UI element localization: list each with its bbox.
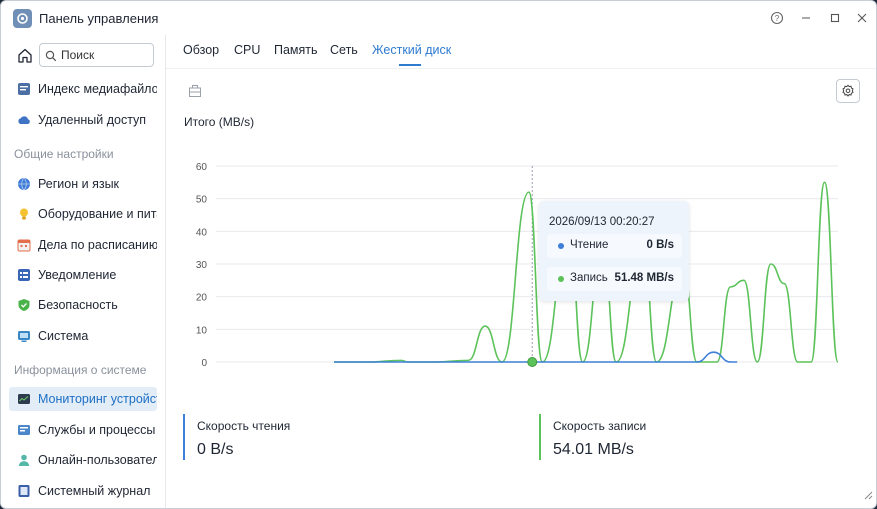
y-tick-label: 60: [196, 162, 208, 173]
window-title: Панель управления: [39, 11, 159, 26]
tooltip-read-label: Чтение: [570, 239, 609, 251]
control-panel-app-icon: [13, 9, 32, 28]
disk-icon[interactable]: [188, 84, 202, 103]
read-speed-value: 0 B/s: [197, 441, 234, 458]
read-speed-label: Скорость чтения: [197, 419, 291, 433]
search-input[interactable]: [61, 47, 149, 63]
y-tick-label: 40: [196, 227, 208, 238]
sidebar-item-region-language[interactable]: Регион и язык: [9, 172, 157, 196]
read-legend-dot: [558, 243, 564, 249]
tooltip-write-value: 51.48 MB/s: [614, 272, 674, 284]
home-icon[interactable]: [15, 46, 35, 66]
write-speed-stat: Скорость записи 54.01 MB/s: [539, 414, 646, 460]
y-tick-label: 0: [201, 358, 207, 369]
sidebar-item-label: Уведомление: [38, 268, 117, 282]
sidebar-item-label: Системный журнал: [38, 484, 151, 498]
tooltip-timestamp: 2026/09/13 00:20:27: [549, 216, 655, 228]
calendar-icon: [17, 239, 31, 252]
sidebar-item-label: Удаленный доступ: [38, 113, 147, 127]
close-button[interactable]: [853, 9, 871, 27]
minimize-button[interactable]: [797, 9, 815, 27]
section-header-general: Общие настройки: [14, 147, 114, 161]
sidebar-item-device-monitoring[interactable]: Мониторинг устройства: [9, 387, 157, 411]
sidebar-item-label: Система: [38, 329, 89, 343]
sidebar-item-hardware-power[interactable]: Оборудование и питание: [9, 202, 157, 226]
users-icon: [18, 454, 30, 466]
chart-tooltip: 2026/09/13 00:20:27 Чтение 0 B/s Запись …: [539, 201, 689, 301]
tooltip-write-label: Запись: [570, 272, 608, 284]
cloud-icon: [18, 116, 30, 124]
services-icon: [18, 425, 30, 435]
read-speed-stat: Скорость чтения 0 B/s: [183, 414, 290, 460]
log-icon: [18, 485, 30, 497]
system-icon: [18, 331, 30, 342]
resize-grip-icon[interactable]: [864, 487, 873, 505]
tab-cpu[interactable]: CPU: [234, 43, 260, 57]
sidebar-item-label: Оборудование и питание: [38, 207, 157, 221]
sidebar-item-system[interactable]: Система: [9, 324, 157, 348]
write-legend-dot: [558, 276, 564, 282]
y-tick-label: 30: [196, 260, 208, 271]
media-index-icon: [18, 83, 30, 95]
maximize-button[interactable]: [826, 9, 844, 27]
tooltip-write-row: Запись 51.48 MB/s: [547, 267, 682, 291]
hover-point-marker: [527, 357, 538, 367]
sidebar-item-label: Онлайн-пользователи: [38, 453, 157, 467]
tab-memory[interactable]: Память: [274, 43, 318, 57]
gear-icon: [842, 84, 854, 97]
tab-bar: [166, 35, 876, 69]
sidebar-item-label: Индекс медиафайлов: [38, 82, 157, 96]
sidebar-item-system-log[interactable]: Системный журнал: [9, 479, 157, 503]
sidebar-item-label: Безопасность: [38, 298, 118, 312]
svg-text:?: ?: [775, 14, 780, 23]
tab-network[interactable]: Сеть: [330, 43, 358, 57]
sidebar-item-services-processes[interactable]: Службы и процессы: [9, 418, 157, 442]
write-speed-value: 54.01 MB/s: [553, 441, 634, 458]
y-tick-label: 50: [196, 195, 208, 206]
tooltip-read-value: 0 B/s: [646, 239, 675, 251]
sidebar-item-media-index[interactable]: Индекс медиафайлов: [9, 77, 157, 101]
search-icon: [45, 49, 57, 67]
active-tab-indicator: [399, 64, 421, 66]
chart-settings-button[interactable]: [836, 79, 860, 103]
sidebar-item-remote-access[interactable]: Удаленный доступ: [9, 108, 157, 132]
y-tick-label: 20: [196, 293, 208, 304]
search-box[interactable]: [39, 43, 154, 67]
sidebar-item-security[interactable]: Безопасность: [9, 293, 157, 317]
sidebar-item-label: Регион и язык: [38, 177, 120, 191]
lightbulb-icon: [20, 208, 28, 220]
tab-overview[interactable]: Обзор: [183, 43, 219, 57]
chart-title: Итого (MB/s): [184, 115, 255, 129]
section-header-system-info: Информация о системе: [14, 363, 147, 377]
sidebar-item-label: Дела по расписанию: [38, 238, 157, 252]
help-icon[interactable]: ?: [768, 9, 786, 27]
notification-icon: [18, 269, 30, 281]
tab-hard-disk[interactable]: Жесткий диск: [372, 43, 451, 57]
control-panel-window: Панель управления ? Индекс медиафайлов У…: [0, 0, 877, 509]
shield-icon: [18, 299, 30, 311]
y-tick-label: 10: [196, 325, 208, 336]
disk-throughput-chart: 60 50 40 30 20 10 0: [196, 162, 839, 369]
sidebar-item-scheduled-tasks[interactable]: Дела по расписанию: [9, 233, 157, 257]
sidebar-item-notification[interactable]: Уведомление: [9, 263, 157, 287]
sidebar-item-label: Мониторинг устройства: [38, 392, 157, 406]
title-bar: Панель управления ?: [1, 1, 876, 35]
monitor-icon: [18, 394, 30, 404]
tooltip-read-row: Чтение 0 B/s: [547, 234, 682, 258]
write-speed-label: Скорость записи: [553, 419, 647, 433]
sidebar-item-label: Службы и процессы: [38, 423, 156, 437]
sidebar-item-online-users[interactable]: Онлайн-пользователи: [9, 448, 157, 472]
globe-icon: [18, 177, 30, 191]
